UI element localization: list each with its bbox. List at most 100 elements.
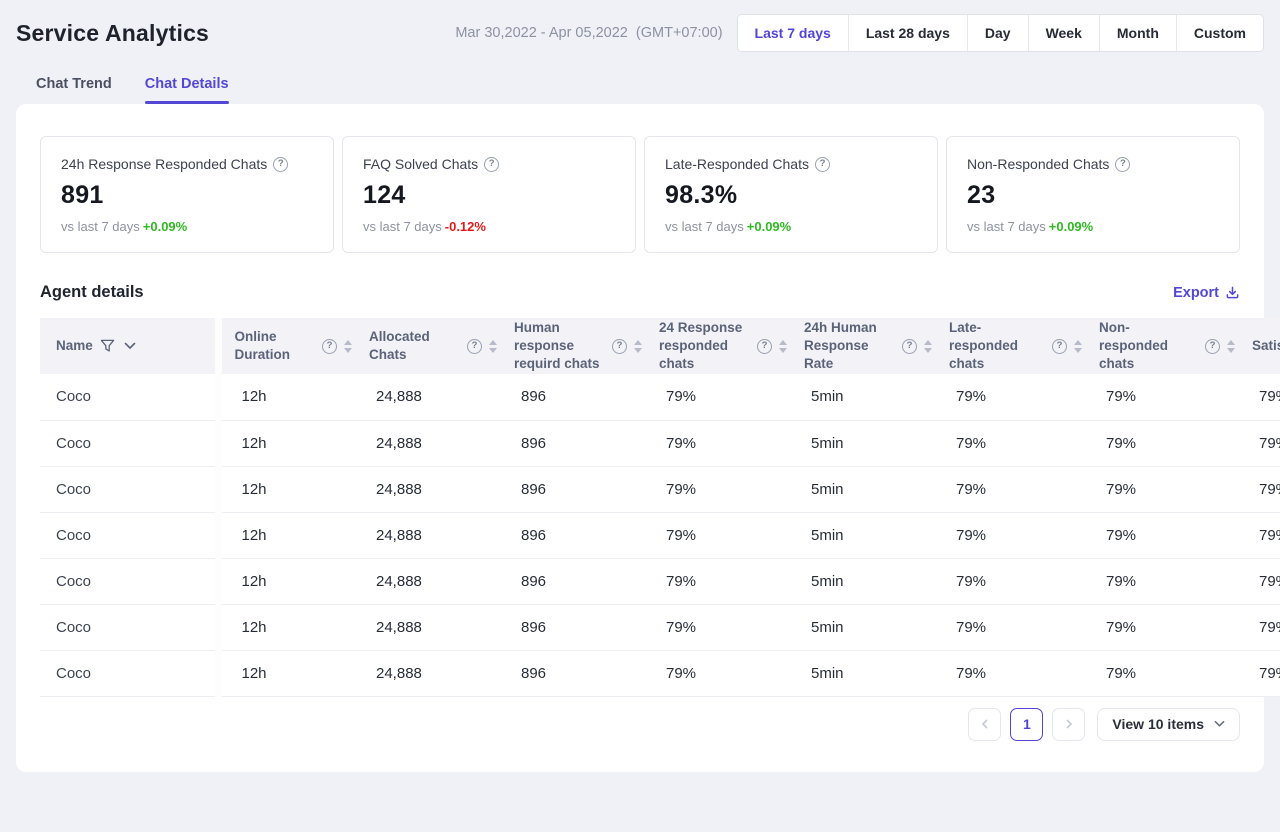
table-row: Coco12h24,88889679%5min79%79%79% — [40, 650, 1280, 696]
cell-online_duration: 12h — [218, 650, 356, 696]
cell-online_duration: 12h — [218, 420, 356, 466]
table-row: Coco12h24,88889679%5min79%79%79% — [40, 466, 1280, 512]
sort-icon[interactable] — [1074, 340, 1082, 353]
next-page-button[interactable] — [1052, 708, 1085, 741]
column-header-human_response_required_chats: Human response requird chats? — [501, 318, 646, 374]
column-label: 24h Human Response Rate — [804, 319, 895, 374]
range-button-month[interactable]: Month — [1099, 15, 1176, 51]
column-label: Satisfaction — [1252, 337, 1280, 355]
export-button[interactable]: Export — [1173, 285, 1240, 301]
cell-human_response_rate_24h: 5min — [791, 420, 936, 466]
cell-satisfaction: 79% — [1239, 420, 1280, 466]
table-row: Coco12h24,88889679%5min79%79%79% — [40, 374, 1280, 420]
help-icon[interactable]: ? — [273, 157, 288, 172]
column-header-online_duration: Online Duration? — [218, 318, 356, 374]
help-icon[interactable]: ? — [484, 157, 499, 172]
cell-human_response_required_chats: 896 — [501, 512, 646, 558]
column-header-non_responded_chats: Non-responded chats? — [1086, 318, 1239, 374]
cell-responded_chats_24: 79% — [646, 374, 791, 420]
sort-icon[interactable] — [489, 340, 497, 353]
cell-human_response_rate_24h: 5min — [791, 512, 936, 558]
cell-non_responded_chats: 79% — [1086, 604, 1239, 650]
cell-human_response_required_chats: 896 — [501, 650, 646, 696]
delta-value: +0.09% — [143, 219, 187, 234]
page-number-button[interactable]: 1 — [1010, 708, 1043, 741]
stat-card-faq-solved: FAQ Solved Chats? 124 vs last 7 days-0.1… — [342, 136, 636, 253]
help-icon[interactable]: ? — [612, 339, 627, 354]
chevron-left-icon — [979, 718, 991, 730]
column-label: Online Duration — [235, 328, 316, 364]
delta-value: +0.09% — [747, 219, 791, 234]
help-icon[interactable]: ? — [1052, 339, 1067, 354]
stat-card-value: 891 — [61, 181, 313, 210]
cell-allocated_chats: 24,888 — [356, 512, 501, 558]
sort-icon[interactable] — [344, 340, 352, 353]
cell-non_responded_chats: 79% — [1086, 650, 1239, 696]
cell-online_duration: 12h — [218, 512, 356, 558]
help-icon[interactable]: ? — [322, 339, 337, 354]
delta-value: +0.09% — [1049, 219, 1093, 234]
cell-human_response_rate_24h: 5min — [791, 650, 936, 696]
column-label: Late-responded chats — [949, 319, 1045, 374]
cell-responded_chats_24: 79% — [646, 558, 791, 604]
stat-card-value: 98.3% — [665, 181, 917, 210]
help-icon[interactable]: ? — [902, 339, 917, 354]
cell-satisfaction: 79% — [1239, 604, 1280, 650]
compare-label: vs last 7 days — [61, 219, 140, 234]
cell-allocated_chats: 24,888 — [356, 650, 501, 696]
cell-non_responded_chats: 79% — [1086, 466, 1239, 512]
cell-non_responded_chats: 79% — [1086, 558, 1239, 604]
cell-human_response_rate_24h: 5min — [791, 558, 936, 604]
range-button-day[interactable]: Day — [967, 15, 1028, 51]
help-icon[interactable]: ? — [1115, 157, 1130, 172]
cell-late_responded_chats: 79% — [936, 650, 1086, 696]
compare-label: vs last 7 days — [363, 219, 442, 234]
column-label: 24 Response responded chats — [659, 319, 750, 374]
stat-card-value: 23 — [967, 181, 1219, 210]
prev-page-button[interactable] — [968, 708, 1001, 741]
time-range-segmented-control: Last 7 daysLast 28 daysDayWeekMonthCusto… — [737, 14, 1264, 52]
range-button-last-28-days[interactable]: Last 28 days — [848, 15, 967, 51]
cell-satisfaction: 79% — [1239, 650, 1280, 696]
column-header-satisfaction: Satisfaction? — [1239, 318, 1280, 374]
filter-icon[interactable] — [100, 339, 115, 353]
chevron-down-icon[interactable] — [124, 342, 136, 350]
cell-late_responded_chats: 79% — [936, 420, 1086, 466]
range-button-week[interactable]: Week — [1028, 15, 1099, 51]
sort-icon[interactable] — [634, 340, 642, 353]
page-size-select[interactable]: View 10 items — [1097, 708, 1240, 741]
help-icon[interactable]: ? — [1205, 339, 1220, 354]
help-icon[interactable]: ? — [467, 339, 482, 354]
page-title: Service Analytics — [16, 20, 209, 47]
agent-details-title: Agent details — [40, 283, 144, 302]
column-label: Human response requird chats — [514, 319, 605, 374]
tab-chat-trend[interactable]: Chat Trend — [36, 76, 112, 104]
cell-name: Coco — [40, 374, 218, 420]
sort-icon[interactable] — [924, 340, 932, 353]
range-button-custom[interactable]: Custom — [1176, 15, 1263, 51]
cell-satisfaction: 79% — [1239, 374, 1280, 420]
sort-icon[interactable] — [779, 340, 787, 353]
cell-late_responded_chats: 79% — [936, 466, 1086, 512]
help-icon[interactable]: ? — [757, 339, 772, 354]
cell-name: Coco — [40, 558, 218, 604]
help-icon[interactable]: ? — [815, 157, 830, 172]
agent-table-scroll-area[interactable]: NameOnline Duration?Allocated Chats?Huma… — [40, 318, 1280, 697]
stat-card-value: 124 — [363, 181, 615, 210]
tab-chat-details[interactable]: Chat Details — [145, 76, 229, 104]
cell-human_response_rate_24h: 5min — [791, 466, 936, 512]
cell-human_response_required_chats: 896 — [501, 374, 646, 420]
cell-name: Coco — [40, 512, 218, 558]
cell-name: Coco — [40, 604, 218, 650]
delta-value: -0.12% — [445, 219, 486, 234]
stat-card-label: FAQ Solved Chats — [363, 156, 478, 172]
cell-name: Coco — [40, 466, 218, 512]
cell-human_response_required_chats: 896 — [501, 420, 646, 466]
stat-card-label: Non-Responded Chats — [967, 156, 1109, 172]
range-button-last-7-days[interactable]: Last 7 days — [738, 15, 848, 51]
stat-card-24h-responded: 24h Response Responded Chats? 891 vs las… — [40, 136, 334, 253]
sort-icon[interactable] — [1227, 340, 1235, 353]
chevron-down-icon — [1214, 720, 1225, 728]
cell-non_responded_chats: 79% — [1086, 512, 1239, 558]
compare-label: vs last 7 days — [967, 219, 1046, 234]
